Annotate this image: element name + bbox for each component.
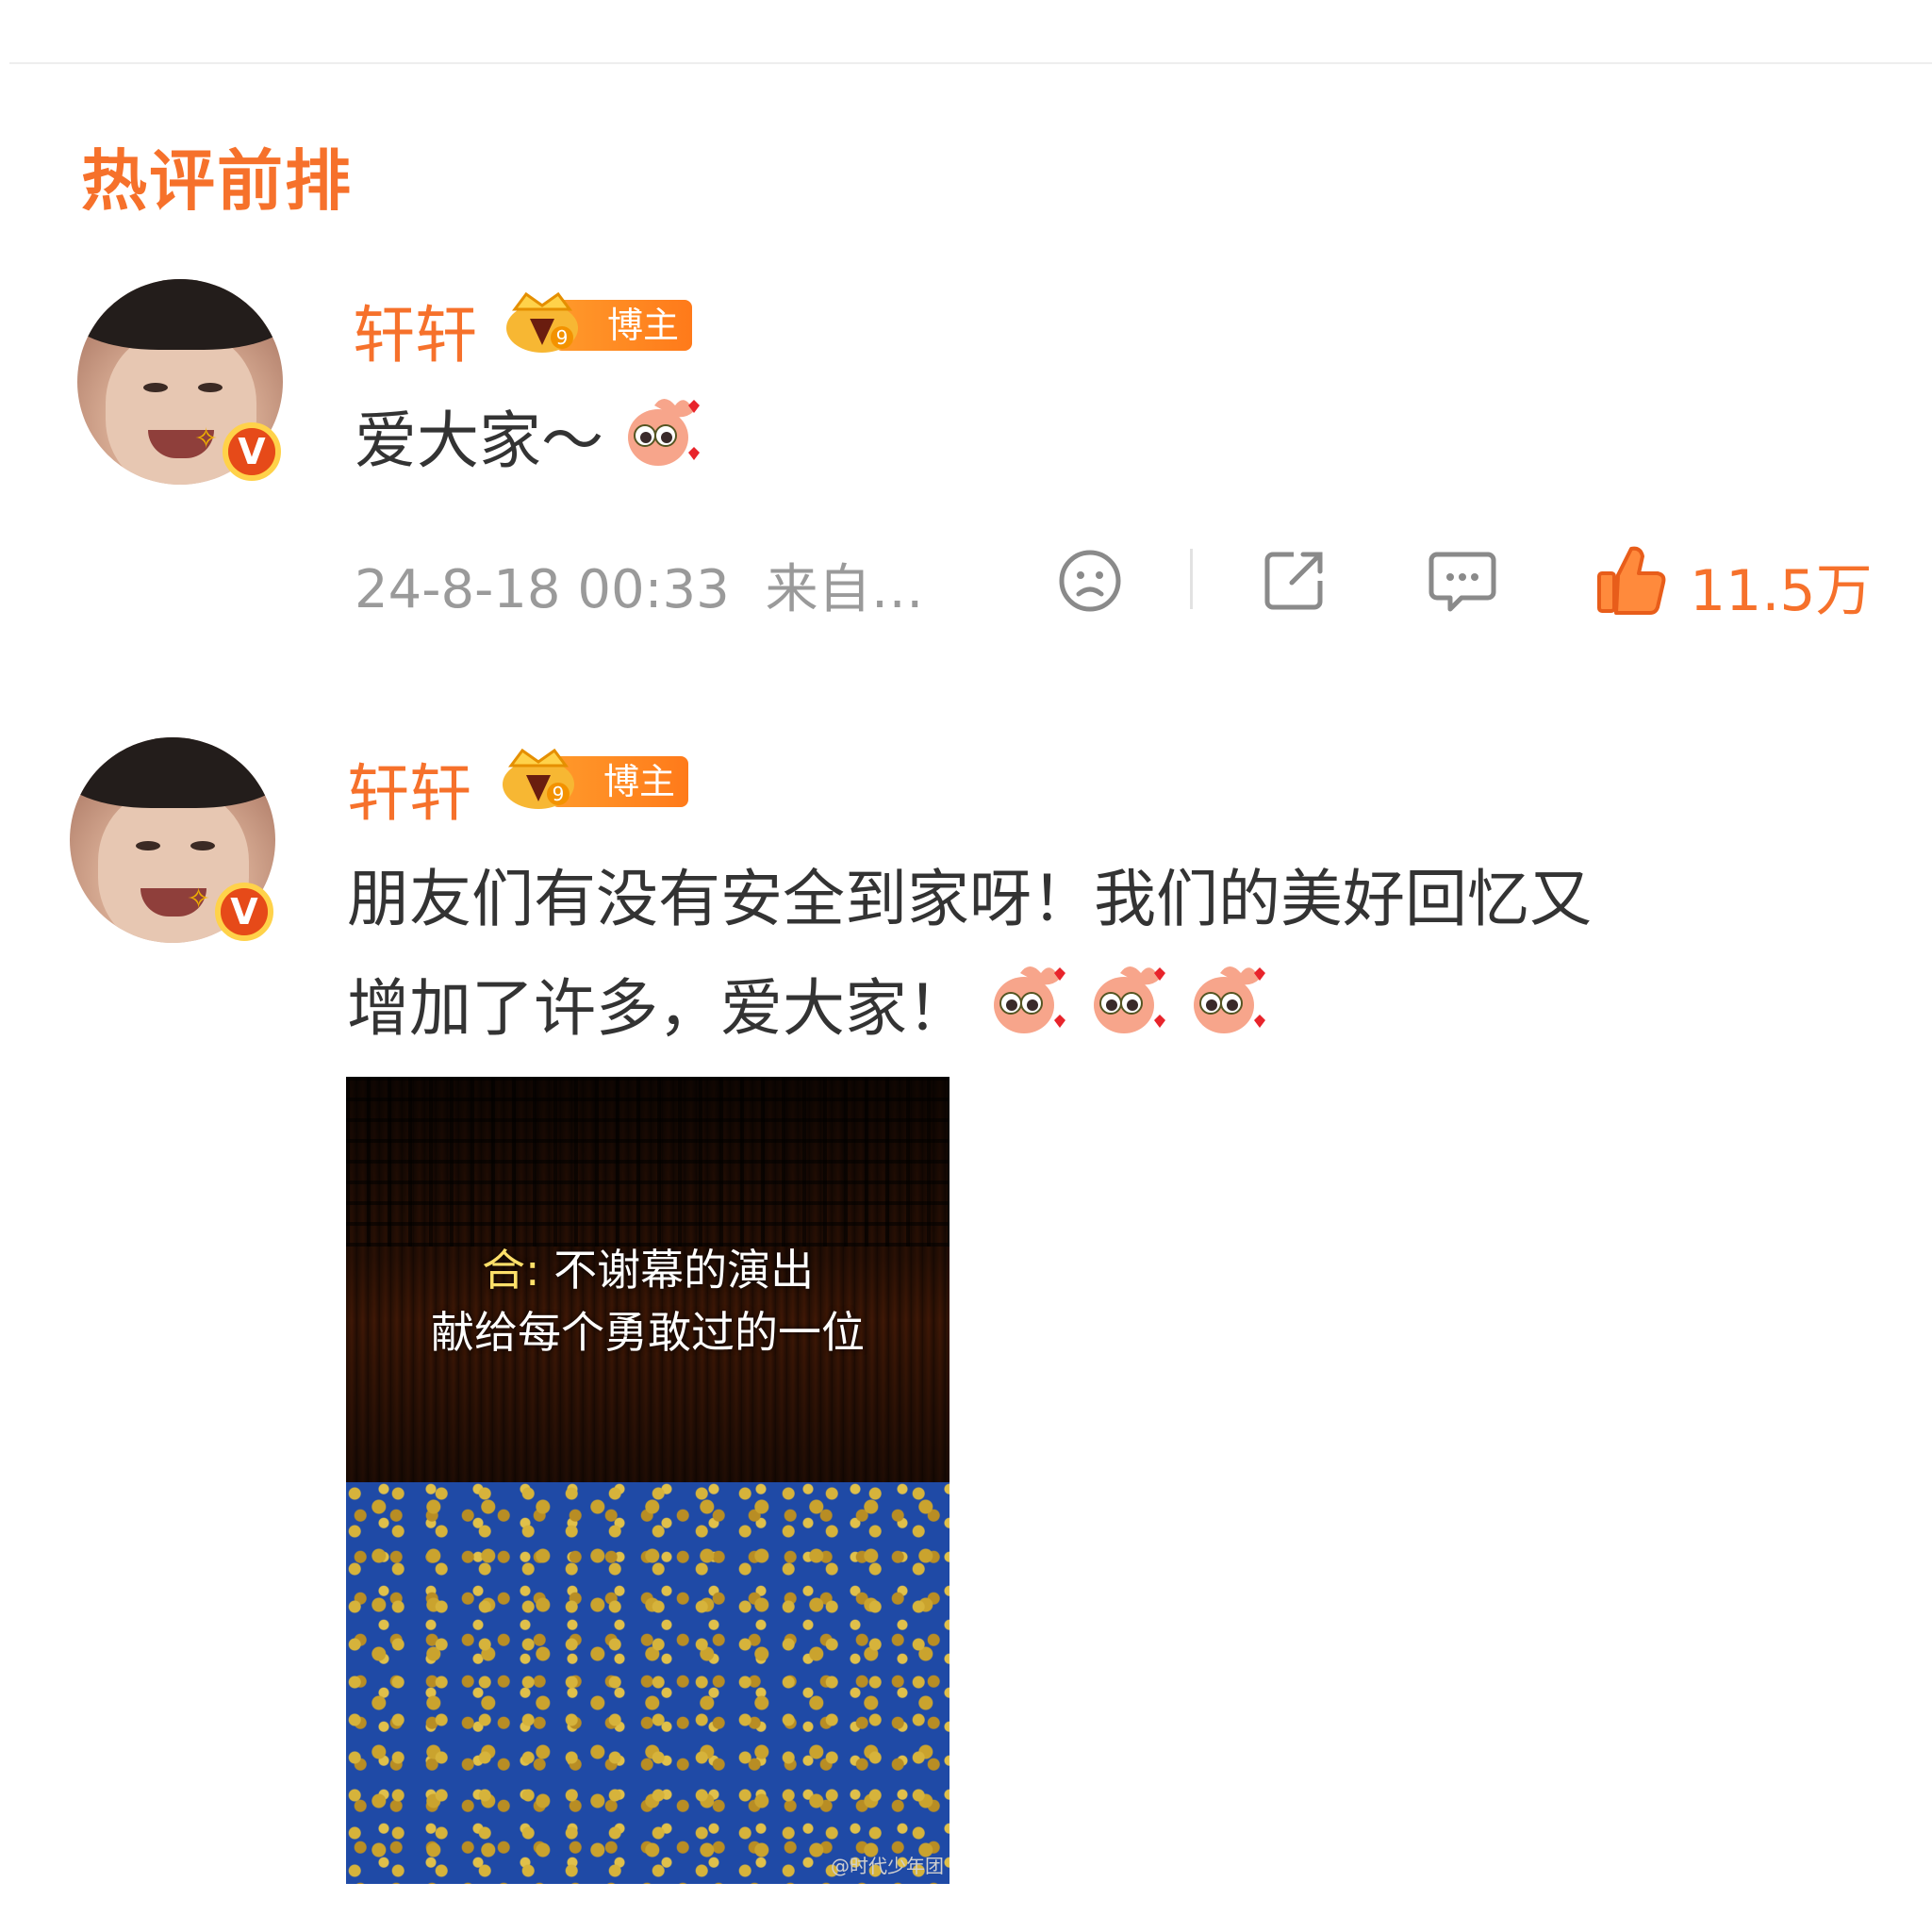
photo-confetti-floor (346, 1482, 949, 1884)
badge-level-number: 9 (556, 326, 569, 349)
comment-photo[interactable]: 合: 不谢幕的演出 献给每个勇敢过的一位 @时代少年团 (346, 1077, 949, 1884)
share-icon[interactable] (1260, 547, 1328, 615)
thumbs-up-icon[interactable] (1593, 541, 1669, 617)
avatar-eye (136, 841, 160, 850)
comment-line-2-wrap: 增加了许多，爱大家！ (347, 954, 1893, 1064)
verified-v-badge: V (223, 422, 281, 481)
comment-line-2: 增加了许多，爱大家！ (347, 972, 969, 1045)
action-divider (1190, 549, 1193, 609)
photo-caption-line-1-text: 不谢幕的演出 (553, 1245, 815, 1296)
photo-caption-line-2: 献给每个勇敢过的一位 (431, 1307, 865, 1358)
username[interactable]: 轩轩 (353, 285, 477, 375)
avatar-hair (77, 279, 283, 350)
comment-text: 爱大家～ (355, 387, 703, 496)
heart-eyes-emoji (983, 956, 1069, 1043)
top-divider (9, 62, 1932, 64)
avatar-eye (198, 383, 223, 392)
avatar-hair (70, 737, 275, 808)
heart-eyes-emoji (617, 388, 703, 475)
comment-line-1: 朋友们有没有安全到家呀！我们的美好回忆又 (347, 863, 1592, 935)
verified-v-badge: V (215, 883, 273, 941)
photo-stage-grid (346, 1077, 949, 1247)
heart-eyes-emoji (1182, 956, 1269, 1043)
sparkle-icon: ✧ (194, 422, 219, 455)
avatar-eye (190, 841, 215, 850)
comment-text: 朋友们有没有安全到家呀！我们的美好回忆又 增加了许多，爱大家！ (347, 845, 1893, 1064)
photo-caption: 合: 不谢幕的演出 献给每个勇敢过的一位 (346, 1239, 949, 1363)
crown-icon: 9 (506, 291, 578, 353)
badge-level-number: 9 (553, 783, 565, 805)
section-title: 热评前排 (81, 142, 353, 220)
source: 来自… (765, 559, 924, 620)
crown-icon: 9 (503, 748, 574, 809)
username[interactable]: 轩轩 (347, 743, 471, 834)
heart-eyes-emoji (1082, 956, 1169, 1043)
comment-body: 爱大家～ (355, 405, 603, 477)
timestamp: 24-8-18 00:33 (355, 559, 730, 620)
sparkle-icon: ✧ (187, 883, 211, 916)
dislike-face-icon[interactable] (1056, 547, 1124, 615)
avatar-eye (143, 383, 168, 392)
photo-caption-prefix: 合: (481, 1245, 540, 1296)
photo-caption-line-1: 合: 不谢幕的演出 (346, 1239, 949, 1301)
photo-watermark: @时代少年团 (831, 1855, 944, 1877)
like-count: 11.5万 (1690, 558, 1873, 624)
comment-icon[interactable] (1428, 547, 1497, 617)
comment-meta: 24-8-18 00:33 来自… (355, 547, 924, 623)
